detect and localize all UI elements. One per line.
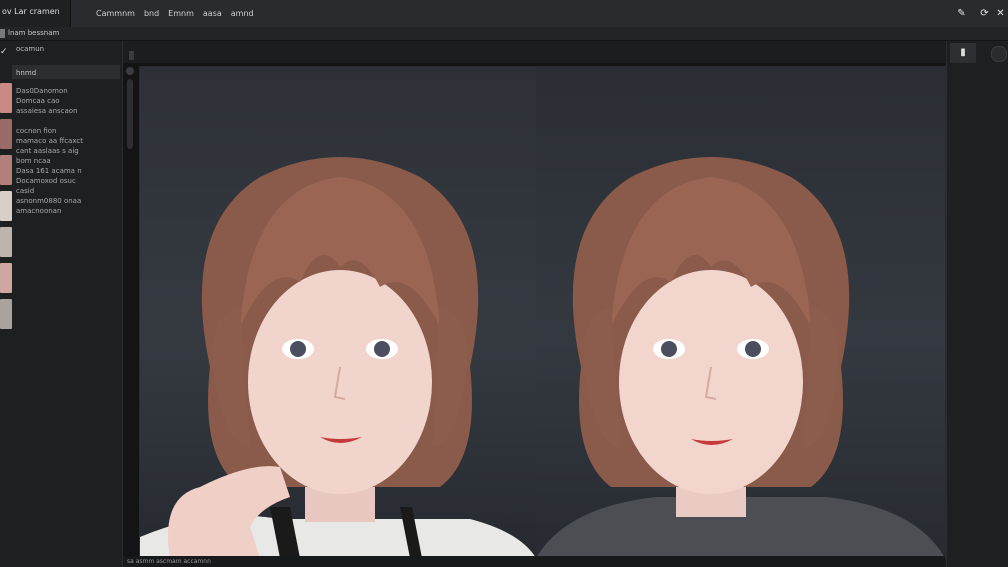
scroll-button[interactable] [126, 67, 134, 75]
sidebar-text-line: Docamoxod osuc [16, 177, 76, 185]
sidebar-text-line: cant aaslaas s aig [16, 147, 79, 155]
thumbnail[interactable] [0, 227, 12, 257]
thumbnail[interactable] [0, 263, 12, 293]
sidebar-text-line: Dasa 161 acama n [16, 167, 82, 175]
sidebar-title: ocamun [16, 45, 45, 53]
right-panel: ▮ [946, 41, 1008, 567]
menu-item[interactable]: bnd [144, 9, 159, 18]
portrait-illustration-right [536, 157, 945, 558]
canvas-area: sa asmm ascmam accamnn [123, 41, 946, 567]
left-sidebar: ✓ ocamun hnmd Das0Danomon Domcaa cao assai… [0, 41, 123, 567]
thumbnail[interactable] [0, 119, 12, 149]
status-bar: sa asmm ascmam accamnn [123, 556, 945, 567]
right-image-pane[interactable] [536, 67, 945, 558]
thumbnail[interactable] [0, 191, 12, 221]
menu-item[interactable]: Emnm [168, 9, 194, 18]
vertical-scrollbar[interactable] [127, 79, 133, 149]
secondary-toolbar: lnam bessnam [0, 27, 1008, 41]
sidebar-text-line: assaiesa anscaon [16, 107, 78, 115]
sidebar-text-line: cocnon fion [16, 127, 57, 135]
sidebar-text-line: asnonm0880 onaa [16, 197, 82, 205]
sidebar-text-line: casid [16, 187, 35, 195]
menu-item[interactable]: amnd [231, 9, 254, 18]
app-tab[interactable]: ov Lar cramen [0, 0, 71, 27]
document-tab[interactable]: lnam bessnam [8, 27, 59, 40]
sidebar-text-line: mamaco aa ffcaxct [16, 137, 83, 145]
thumbnail[interactable] [0, 83, 12, 113]
menu-bar: Cammnm bnd Emnm aasa amnd [96, 0, 254, 27]
menu-item[interactable]: aasa [203, 9, 222, 18]
circle-toggle-icon[interactable] [991, 46, 1007, 62]
close-icon[interactable]: ✕ [995, 8, 1006, 19]
sidebar-text-line: bom ncaa [16, 157, 51, 165]
sidebar-text-block: Das0Danomon Domcaa cao assaiesa anscaon coc… [16, 86, 83, 216]
thumbnail[interactable] [0, 299, 12, 329]
checkmark-icon[interactable]: ✓ [0, 47, 8, 57]
sidebar-text-line: Domcaa cao [16, 97, 60, 105]
thumbnail[interactable] [0, 155, 12, 185]
panel-toggle-icon[interactable] [0, 29, 5, 38]
sidebar-text-line: Das0Danomon [16, 87, 68, 95]
pen-icon[interactable]: ✎ [956, 8, 967, 19]
sidebar-selected-label: hnmd [16, 69, 37, 77]
sidebar-text-line: amacnoonan [16, 207, 62, 215]
portrait-illustration-left [140, 157, 536, 558]
left-image-pane[interactable] [140, 67, 536, 558]
grip-handle[interactable] [129, 51, 134, 60]
menu-item[interactable]: Cammnm [96, 9, 135, 18]
status-text: sa asmm ascmam accamnn [127, 558, 211, 565]
refresh-icon[interactable]: ⟳ [979, 8, 990, 19]
canvas-header [123, 41, 945, 63]
book-icon[interactable]: ▮ [950, 43, 976, 63]
image-viewport[interactable] [139, 66, 946, 559]
thumbnail-strip [0, 83, 12, 335]
sidebar-text-line [16, 116, 83, 126]
title-bar: ov Lar cramen Cammnm bnd Emnm aasa amnd … [0, 0, 1008, 28]
